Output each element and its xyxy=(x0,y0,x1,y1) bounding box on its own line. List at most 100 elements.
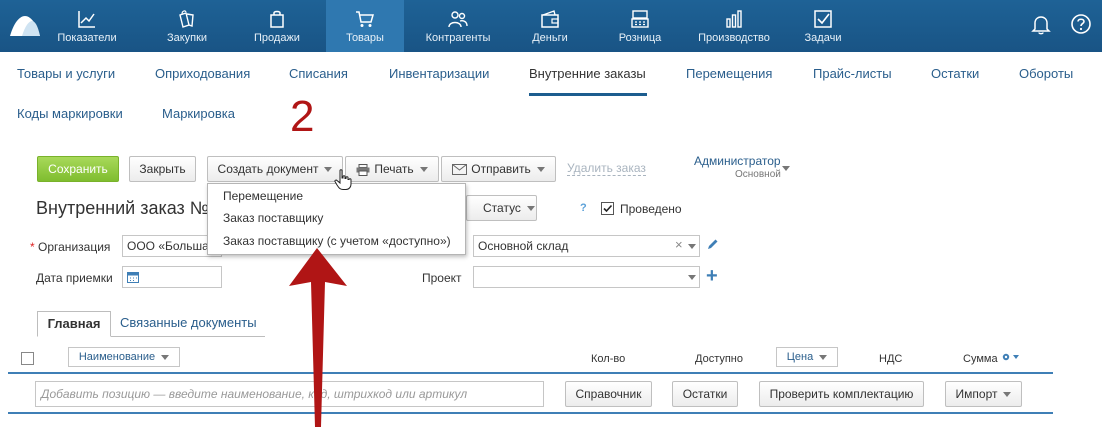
nav-item-label: Показатели xyxy=(57,32,117,44)
chevron-down-icon xyxy=(419,167,428,173)
app-logo[interactable] xyxy=(8,12,42,38)
nav-item-label: Продажи xyxy=(254,32,300,44)
user-name[interactable]: Администратор xyxy=(694,154,781,168)
nav-item-retail[interactable]: Розница xyxy=(601,0,679,52)
check-completeness-label: Проверить комплектацию xyxy=(769,387,914,401)
required-asterisk: * xyxy=(30,240,35,254)
nav-item-sales[interactable]: Продажи xyxy=(238,0,316,52)
name-column-header[interactable]: Наименование xyxy=(68,347,180,367)
bell-icon[interactable] xyxy=(1030,13,1052,35)
nav-item-indicators[interactable]: Показатели xyxy=(48,0,126,52)
subnav-inventories[interactable]: Инвентаризации xyxy=(389,66,489,81)
subnav-receipts[interactable]: Оприходования xyxy=(155,66,250,81)
annotation-arrow xyxy=(289,248,347,427)
tab-main-label: Главная xyxy=(47,316,101,331)
delete-order-link[interactable]: Удалить заказ xyxy=(567,161,646,176)
nav-item-goods[interactable]: Товары xyxy=(326,0,404,52)
vat-column-header: НДС xyxy=(879,353,903,365)
chevron-down-icon[interactable] xyxy=(688,275,696,280)
wallet-icon xyxy=(541,10,559,28)
subnav-marking[interactable]: Маркировка xyxy=(162,106,235,121)
save-button[interactable]: Сохранить xyxy=(37,156,119,182)
subnav-stock[interactable]: Остатки xyxy=(931,66,979,81)
subnav-transfers[interactable]: Перемещения xyxy=(686,66,772,81)
name-column-label: Наименование xyxy=(78,351,156,363)
accept-date-label: Дата приемки xyxy=(36,271,113,285)
nav-item-production[interactable]: Производство xyxy=(694,0,774,52)
subnav-write-offs[interactable]: Списания xyxy=(289,66,348,81)
nav-item-tasks[interactable]: Задачи xyxy=(784,0,862,52)
project-field[interactable] xyxy=(473,266,700,288)
nav-item-counterparties[interactable]: Контрагенты xyxy=(419,0,497,52)
subnav-goods-services[interactable]: Товары и услуги xyxy=(17,66,115,81)
gear-icon[interactable] xyxy=(1001,352,1021,362)
stock-button-label: Остатки xyxy=(682,387,728,401)
cash-register-icon xyxy=(631,10,649,28)
import-button[interactable]: Импорт xyxy=(945,381,1022,407)
nav-item-label: Товары xyxy=(346,32,384,44)
nav-item-label: Деньги xyxy=(532,32,568,44)
price-column-header[interactable]: Цена xyxy=(776,347,838,367)
table-header-divider xyxy=(8,372,1053,374)
add-position-placeholder: Добавить позицию — введите наименование,… xyxy=(41,387,468,401)
select-all-checkbox[interactable] xyxy=(21,352,34,365)
clear-icon[interactable]: × xyxy=(675,237,683,252)
check-completeness-button[interactable]: Проверить комплектацию xyxy=(759,381,924,407)
calendar-icon[interactable] xyxy=(127,271,139,283)
subnav-internal-orders[interactable]: Внутренние заказы xyxy=(529,66,646,81)
sum-column-header: Сумма xyxy=(963,353,998,365)
chevron-down-icon xyxy=(161,354,170,360)
chevron-down-icon xyxy=(536,167,545,173)
status-label: Статус xyxy=(483,201,521,215)
project-label: Проект xyxy=(422,271,462,285)
cart-icon xyxy=(356,11,374,27)
organization-label-text: Организация xyxy=(38,240,111,254)
create-document-label: Создать документ xyxy=(217,162,319,176)
subnav-turnover[interactable]: Обороты xyxy=(1019,66,1073,81)
hand-cursor-icon xyxy=(334,169,352,190)
subnav-marking-codes[interactable]: Коды маркировки xyxy=(17,106,123,121)
pencil-icon[interactable] xyxy=(706,238,719,251)
help-question-icon[interactable]: ? xyxy=(580,202,587,214)
available-column-header: Доступно xyxy=(695,353,744,365)
help-icon[interactable] xyxy=(1070,13,1092,35)
send-button-label: Отправить xyxy=(471,162,531,176)
chevron-down-icon[interactable] xyxy=(782,166,790,171)
print-button[interactable]: Печать xyxy=(345,156,439,182)
organization-value: ООО «Больша xyxy=(127,239,209,253)
nav-item-label: Контрагенты xyxy=(425,32,491,44)
shopping-bag-icon xyxy=(270,10,284,28)
posted-checkbox[interactable] xyxy=(601,202,614,215)
add-project-icon[interactable]: + xyxy=(706,265,718,288)
nav-item-label: Задачи xyxy=(804,32,842,44)
catalog-button-label: Справочник xyxy=(575,387,642,401)
nav-item-purchases[interactable]: Закупки xyxy=(148,0,226,52)
print-button-label: Печать xyxy=(374,162,414,176)
table-bottom-divider xyxy=(8,412,1053,414)
stock-button[interactable]: Остатки xyxy=(672,381,738,407)
user-role: Основной xyxy=(735,169,781,180)
create-document-menu: Перемещение Заказ поставщику Заказ поста… xyxy=(207,183,466,255)
menu-item-transfer[interactable]: Перемещение xyxy=(223,189,303,203)
chevron-down-icon xyxy=(526,206,535,212)
tab-main[interactable]: Главная xyxy=(37,311,111,337)
price-column-label: Цена xyxy=(786,351,814,363)
bar-chart-icon xyxy=(726,10,742,28)
menu-item-supplier-order-available[interactable]: Заказ поставщику (с учетом «доступно») xyxy=(223,234,451,248)
subnav-price-lists[interactable]: Прайс-листы xyxy=(813,66,892,81)
warehouse-field[interactable]: Основной склад xyxy=(473,235,700,257)
status-select[interactable]: Статус xyxy=(466,195,537,221)
send-button[interactable]: Отправить xyxy=(441,156,556,182)
close-button[interactable]: Закрыть xyxy=(129,156,196,182)
import-button-label: Импорт xyxy=(955,387,998,401)
qty-column-header: Кол-во xyxy=(591,353,626,365)
create-document-button[interactable]: Создать документ xyxy=(207,156,343,182)
accept-date-field[interactable] xyxy=(122,266,222,288)
catalog-button[interactable]: Справочник xyxy=(565,381,652,407)
chevron-down-icon xyxy=(324,167,333,173)
chevron-down-icon[interactable] xyxy=(688,244,696,249)
nav-item-money[interactable]: Деньги xyxy=(511,0,589,52)
people-icon xyxy=(448,11,468,28)
menu-item-supplier-order[interactable]: Заказ поставщику xyxy=(223,211,323,225)
tab-related-documents[interactable]: Связанные документы xyxy=(120,315,257,330)
